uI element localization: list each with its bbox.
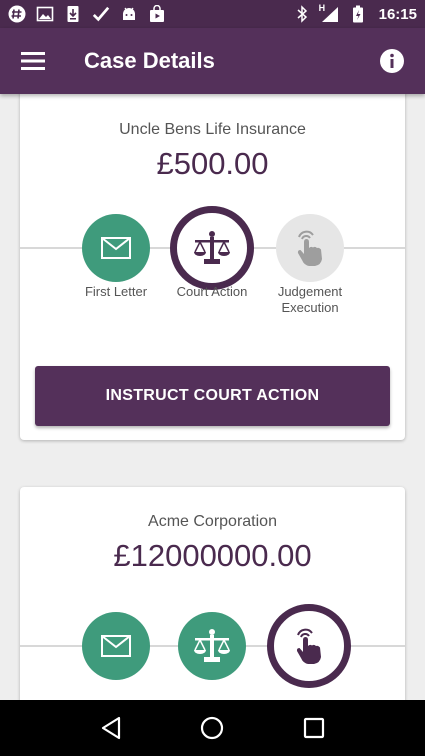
- check-icon: [92, 5, 110, 23]
- download-icon: [64, 5, 82, 23]
- info-button[interactable]: [375, 44, 409, 78]
- step-judgement-execution: [276, 214, 344, 282]
- step-first-letter: [82, 612, 150, 680]
- signal-label: H: [318, 3, 326, 13]
- system-icons: H 16:15: [293, 3, 417, 23]
- tap-hand-icon: [296, 628, 321, 664]
- image-icon: [36, 5, 54, 23]
- instruct-court-action-button[interactable]: INSTRUCT COURT ACTION: [35, 366, 390, 426]
- case-amount: £500.00: [156, 146, 269, 181]
- step-court-action: [170, 206, 254, 290]
- envelope-icon: [101, 237, 131, 259]
- status-bar: H 16:15: [0, 0, 425, 28]
- step-court-action: [178, 612, 246, 680]
- store-icon: [148, 5, 166, 23]
- step-first-letter: [82, 214, 150, 282]
- info-icon: [380, 49, 404, 73]
- case-card[interactable]: Uncle Bens Life Insurance £500.00 First …: [20, 94, 405, 440]
- case-list[interactable]: Uncle Bens Life Insurance £500.00 First …: [0, 94, 425, 700]
- company-name: Acme Corporation: [148, 513, 277, 530]
- scales-icon: [194, 629, 230, 662]
- home-button[interactable]: [192, 708, 232, 748]
- hamburger-menu-icon: [21, 52, 45, 70]
- case-amount: £12000000.00: [113, 538, 312, 573]
- company-name: Uncle Bens Life Insurance: [119, 121, 306, 138]
- recents-button[interactable]: [294, 708, 334, 748]
- step-label: Judgement Execution: [277, 284, 343, 315]
- home-circle-icon: [201, 716, 224, 740]
- hashtag-icon: [8, 5, 26, 23]
- tap-hand-icon: [297, 230, 322, 266]
- android-icon: [120, 5, 138, 23]
- case-card[interactable]: Acme Corporation £12000000.00: [20, 487, 405, 700]
- step-label: Court Action: [176, 284, 248, 299]
- back-triangle-icon: [101, 716, 120, 740]
- scales-icon: [194, 231, 230, 264]
- menu-button[interactable]: [16, 44, 50, 78]
- recents-square-icon: [304, 717, 325, 739]
- bluetooth-icon: [293, 5, 311, 23]
- envelope-icon: [101, 635, 131, 657]
- system-nav-bar: [0, 700, 425, 756]
- step-judgement-execution: [267, 604, 351, 688]
- notification-icons: [8, 5, 166, 23]
- app-bar: Case Details: [0, 28, 425, 94]
- status-time: 16:15: [378, 5, 417, 23]
- step-label: First Letter: [84, 284, 148, 299]
- back-button[interactable]: [91, 708, 131, 748]
- page-title: Case Details: [84, 48, 215, 73]
- signal-icon: H: [318, 3, 341, 23]
- battery-icon: [349, 5, 367, 23]
